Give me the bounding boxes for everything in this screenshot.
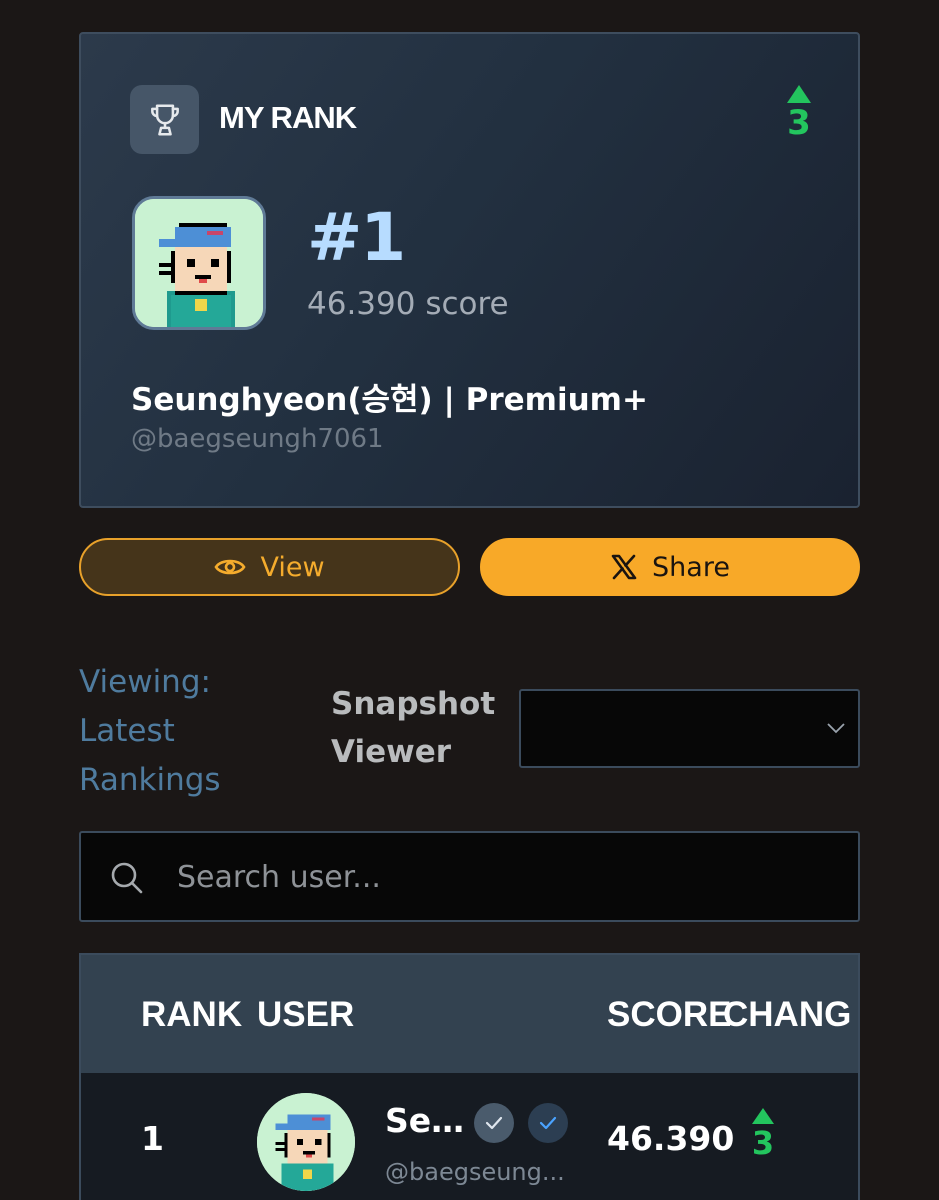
x-logo-icon <box>611 554 637 580</box>
eye-icon <box>214 559 246 575</box>
rank-number: #1 <box>307 199 406 276</box>
user-display-name: Seunghyeon(승현) | Premium+ <box>131 382 648 418</box>
column-header-rank[interactable]: RANK <box>141 995 242 1035</box>
row-user-name[interactable]: Se... <box>385 1101 465 1140</box>
rank-change-value: 3 <box>787 103 811 143</box>
row-avatar <box>257 1093 355 1191</box>
column-header-change[interactable]: CHANG <box>723 995 851 1035</box>
row-score: 46.390 <box>607 1119 735 1158</box>
rank-score: 46.390 score <box>307 286 509 322</box>
row-user-handle: @baegseung... <box>385 1158 565 1186</box>
premium-check-icon <box>528 1103 568 1143</box>
verified-check-icon <box>474 1103 514 1143</box>
share-button[interactable]: Share <box>480 538 860 596</box>
leaderboard-table: RANK USER SCORE CHANG 1 Se... @baegseung… <box>79 953 860 1200</box>
rank-change-indicator: 3 <box>781 84 817 140</box>
my-rank-heading: MY RANK <box>219 100 357 135</box>
search-icon <box>111 862 143 894</box>
user-handle: @baegseungh7061 <box>131 424 384 454</box>
column-header-score[interactable]: SCORE <box>607 995 731 1035</box>
column-header-user[interactable]: USER <box>257 995 354 1035</box>
snapshot-select[interactable] <box>519 689 860 768</box>
row-change-value: 3 <box>751 1124 775 1162</box>
view-button-label: View <box>260 551 325 583</box>
table-header: RANK USER SCORE CHANG <box>81 955 858 1073</box>
search-input[interactable] <box>177 853 837 901</box>
arrow-up-icon <box>752 1108 774 1124</box>
my-rank-card: MY RANK 3 #1 46.390 score Seunghyeon(승현)… <box>79 32 860 508</box>
snapshot-viewer-label: Snapshot Viewer <box>331 686 496 770</box>
chevron-down-icon <box>827 723 845 734</box>
user-avatar <box>132 196 266 330</box>
row-rank: 1 <box>141 1119 164 1158</box>
arrow-up-icon <box>787 85 811 103</box>
viewing-status-text: Viewing: Latest Rankings <box>79 664 221 798</box>
leaderboard-page: MY RANK 3 #1 46.390 score Seunghyeon(승현)… <box>0 0 939 1200</box>
share-button-label: Share <box>652 551 730 583</box>
row-change-indicator: 3 <box>745 1107 781 1159</box>
search-box[interactable] <box>79 831 860 922</box>
view-button[interactable]: View <box>79 538 460 596</box>
table-row[interactable]: 1 Se... @baegseung... 46.390 3 <box>81 1073 858 1200</box>
trophy-icon <box>130 85 199 154</box>
